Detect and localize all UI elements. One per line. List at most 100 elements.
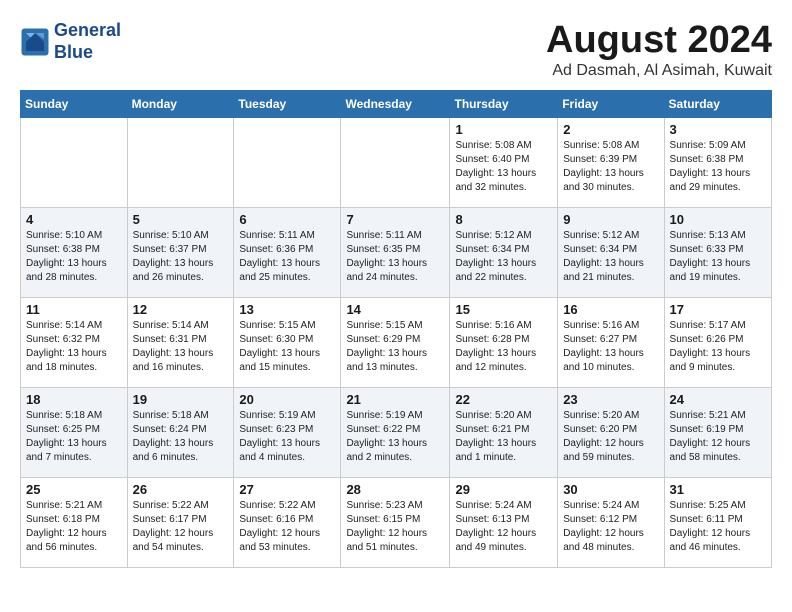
day-number: 2	[563, 122, 658, 137]
day-info: Sunrise: 5:15 AM Sunset: 6:30 PM Dayligh…	[239, 319, 335, 375]
day-info: Sunrise: 5:16 AM Sunset: 6:27 PM Dayligh…	[563, 319, 658, 375]
calendar-cell: 14 Sunrise: 5:15 AM Sunset: 6:29 PM Dayli…	[341, 297, 450, 387]
calendar-cell: 21 Sunrise: 5:19 AM Sunset: 6:22 PM Dayli…	[341, 387, 450, 477]
calendar-cell	[234, 117, 341, 207]
calendar-cell	[341, 117, 450, 207]
day-info: Sunrise: 5:09 AM Sunset: 6:38 PM Dayligh…	[670, 139, 766, 195]
day-info: Sunrise: 5:16 AM Sunset: 6:28 PM Dayligh…	[455, 319, 552, 375]
day-number: 17	[670, 302, 766, 317]
calendar-week-1: 1Sunrise: 5:08 AM Sunset: 6:40 PM Daylig…	[21, 117, 772, 207]
day-info: Sunrise: 5:23 AM Sunset: 6:15 PM Dayligh…	[346, 499, 444, 555]
calendar-week-2: 4Sunrise: 5:10 AM Sunset: 6:38 PM Daylig…	[21, 207, 772, 297]
calendar-cell: 5Sunrise: 5:10 AM Sunset: 6:37 PM Daylig…	[127, 207, 234, 297]
calendar-cell: 25Sunrise: 5:21 AM Sunset: 6:18 PM Dayli…	[21, 477, 128, 567]
page-header: General Blue August 2024 Ad Dasmah, Al A…	[20, 20, 772, 80]
calendar-cell: 22 Sunrise: 5:20 AM Sunset: 6:21 PM Dayli…	[450, 387, 558, 477]
day-info: Sunrise: 5:13 AM Sunset: 6:33 PM Dayligh…	[670, 229, 766, 285]
calendar-cell: 3Sunrise: 5:09 AM Sunset: 6:38 PM Daylig…	[664, 117, 771, 207]
day-info: Sunrise: 5:22 AM Sunset: 6:16 PM Dayligh…	[239, 499, 335, 555]
day-info: Sunrise: 5:12 AM Sunset: 6:34 PM Dayligh…	[455, 229, 552, 285]
day-number: 29	[455, 482, 552, 497]
calendar-cell: 1Sunrise: 5:08 AM Sunset: 6:40 PM Daylig…	[450, 117, 558, 207]
day-number: 12	[133, 302, 229, 317]
day-number: 9	[563, 212, 658, 227]
day-info: Sunrise: 5:11 AM Sunset: 6:36 PM Dayligh…	[239, 229, 335, 285]
day-number: 19	[133, 392, 229, 407]
day-number: 24	[670, 392, 766, 407]
calendar-cell: 23Sunrise: 5:20 AM Sunset: 6:20 PM Dayli…	[558, 387, 664, 477]
weekday-tuesday: Tuesday	[234, 90, 341, 117]
calendar-cell	[21, 117, 128, 207]
calendar-header: SundayMondayTuesdayWednesdayThursdayFrid…	[21, 90, 772, 117]
day-info: Sunrise: 5:22 AM Sunset: 6:17 PM Dayligh…	[133, 499, 229, 555]
calendar-cell: 13 Sunrise: 5:15 AM Sunset: 6:30 PM Dayli…	[234, 297, 341, 387]
day-number: 7	[346, 212, 444, 227]
calendar-cell: 9 Sunrise: 5:12 AM Sunset: 6:34 PM Daylig…	[558, 207, 664, 297]
weekday-saturday: Saturday	[664, 90, 771, 117]
day-info: Sunrise: 5:11 AM Sunset: 6:35 PM Dayligh…	[346, 229, 444, 285]
calendar-cell: 2 Sunrise: 5:08 AM Sunset: 6:39 PM Daylig…	[558, 117, 664, 207]
day-number: 28	[346, 482, 444, 497]
day-number: 26	[133, 482, 229, 497]
calendar-cell: 7 Sunrise: 5:11 AM Sunset: 6:35 PM Daylig…	[341, 207, 450, 297]
day-number: 27	[239, 482, 335, 497]
calendar-cell: 4Sunrise: 5:10 AM Sunset: 6:38 PM Daylig…	[21, 207, 128, 297]
day-number: 13	[239, 302, 335, 317]
day-info: Sunrise: 5:18 AM Sunset: 6:24 PM Dayligh…	[133, 409, 229, 465]
month-title: August 2024	[546, 20, 772, 62]
day-number: 8	[455, 212, 552, 227]
calendar-week-3: 11 Sunrise: 5:14 AM Sunset: 6:32 PM Dayli…	[21, 297, 772, 387]
calendar-cell: 26 Sunrise: 5:22 AM Sunset: 6:17 PM Dayli…	[127, 477, 234, 567]
day-number: 30	[563, 482, 658, 497]
calendar-cell: 28 Sunrise: 5:23 AM Sunset: 6:15 PM Dayli…	[341, 477, 450, 567]
day-number: 31	[670, 482, 766, 497]
day-info: Sunrise: 5:12 AM Sunset: 6:34 PM Dayligh…	[563, 229, 658, 285]
day-number: 16	[563, 302, 658, 317]
day-info: Sunrise: 5:10 AM Sunset: 6:37 PM Dayligh…	[133, 229, 229, 285]
day-info: Sunrise: 5:10 AM Sunset: 6:38 PM Dayligh…	[26, 229, 122, 285]
logo: General Blue	[20, 20, 121, 63]
day-number: 22	[455, 392, 552, 407]
calendar-cell: 19 Sunrise: 5:18 AM Sunset: 6:24 PM Dayli…	[127, 387, 234, 477]
logo-icon	[20, 27, 50, 57]
title-block: August 2024 Ad Dasmah, Al Asimah, Kuwait	[546, 20, 772, 80]
day-number: 18	[26, 392, 122, 407]
calendar-cell: 6 Sunrise: 5:11 AM Sunset: 6:36 PM Daylig…	[234, 207, 341, 297]
day-number: 21	[346, 392, 444, 407]
day-info: Sunrise: 5:15 AM Sunset: 6:29 PM Dayligh…	[346, 319, 444, 375]
day-info: Sunrise: 5:18 AM Sunset: 6:25 PM Dayligh…	[26, 409, 122, 465]
calendar-cell: 29 Sunrise: 5:24 AM Sunset: 6:13 PM Dayli…	[450, 477, 558, 567]
weekday-wednesday: Wednesday	[341, 90, 450, 117]
day-info: Sunrise: 5:14 AM Sunset: 6:31 PM Dayligh…	[133, 319, 229, 375]
calendar-cell: 8 Sunrise: 5:12 AM Sunset: 6:34 PM Daylig…	[450, 207, 558, 297]
calendar-cell: 17 Sunrise: 5:17 AM Sunset: 6:26 PM Dayli…	[664, 297, 771, 387]
calendar-cell: 18 Sunrise: 5:18 AM Sunset: 6:25 PM Dayli…	[21, 387, 128, 477]
calendar-week-4: 18 Sunrise: 5:18 AM Sunset: 6:25 PM Dayli…	[21, 387, 772, 477]
day-number: 25	[26, 482, 122, 497]
calendar-cell: 27 Sunrise: 5:22 AM Sunset: 6:16 PM Dayli…	[234, 477, 341, 567]
day-info: Sunrise: 5:21 AM Sunset: 6:19 PM Dayligh…	[670, 409, 766, 465]
calendar-cell: 15 Sunrise: 5:16 AM Sunset: 6:28 PM Dayli…	[450, 297, 558, 387]
day-info: Sunrise: 5:19 AM Sunset: 6:22 PM Dayligh…	[346, 409, 444, 465]
weekday-friday: Friday	[558, 90, 664, 117]
day-info: Sunrise: 5:19 AM Sunset: 6:23 PM Dayligh…	[239, 409, 335, 465]
calendar-cell: 30Sunrise: 5:24 AM Sunset: 6:12 PM Dayli…	[558, 477, 664, 567]
day-number: 11	[26, 302, 122, 317]
calendar-body: 1Sunrise: 5:08 AM Sunset: 6:40 PM Daylig…	[21, 117, 772, 567]
day-info: Sunrise: 5:08 AM Sunset: 6:39 PM Dayligh…	[563, 139, 658, 195]
day-info: Sunrise: 5:24 AM Sunset: 6:13 PM Dayligh…	[455, 499, 552, 555]
day-number: 6	[239, 212, 335, 227]
calendar-cell: 12 Sunrise: 5:14 AM Sunset: 6:31 PM Dayli…	[127, 297, 234, 387]
day-info: Sunrise: 5:17 AM Sunset: 6:26 PM Dayligh…	[670, 319, 766, 375]
location: Ad Dasmah, Al Asimah, Kuwait	[546, 62, 772, 80]
day-info: Sunrise: 5:14 AM Sunset: 6:32 PM Dayligh…	[26, 319, 122, 375]
day-number: 15	[455, 302, 552, 317]
day-number: 14	[346, 302, 444, 317]
weekday-monday: Monday	[127, 90, 234, 117]
calendar-cell: 11 Sunrise: 5:14 AM Sunset: 6:32 PM Dayli…	[21, 297, 128, 387]
day-info: Sunrise: 5:20 AM Sunset: 6:20 PM Dayligh…	[563, 409, 658, 465]
day-number: 1	[455, 122, 552, 137]
day-info: Sunrise: 5:20 AM Sunset: 6:21 PM Dayligh…	[455, 409, 552, 465]
weekday-sunday: Sunday	[21, 90, 128, 117]
day-number: 20	[239, 392, 335, 407]
